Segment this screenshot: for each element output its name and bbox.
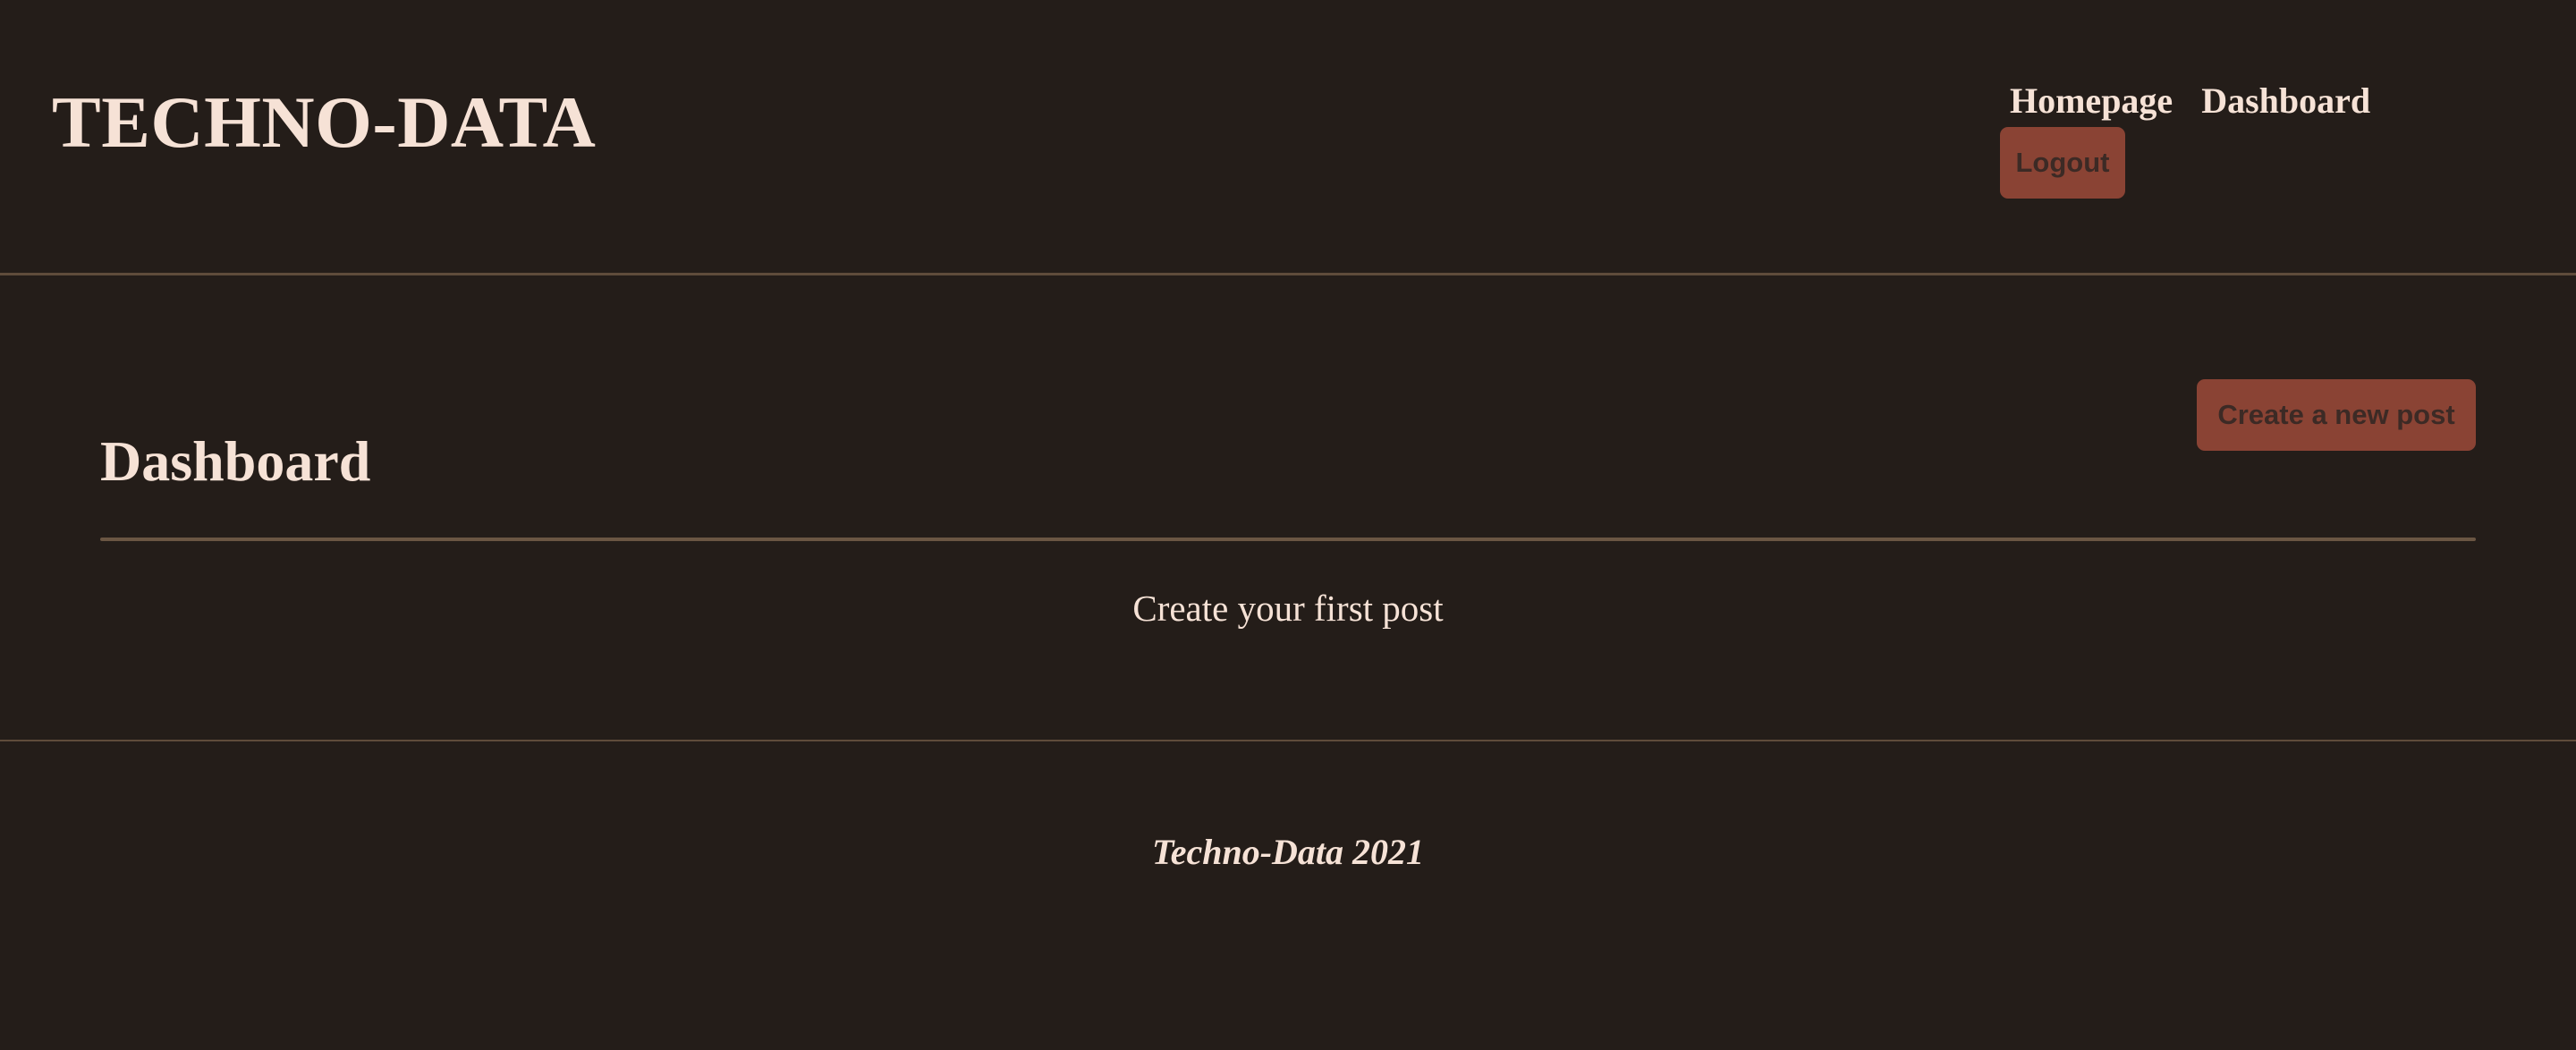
main-nav: Homepage Dashboard Logout	[2000, 75, 2394, 199]
footer-copyright: Techno-Data 2021	[1151, 832, 1425, 872]
dashboard-main: Dashboard Create a new post Create your …	[0, 275, 2576, 741]
site-footer: Techno-Data 2021	[0, 741, 2576, 1050]
site-header: TECHNO-DATA Homepage Dashboard Logout	[0, 0, 2576, 274]
logout-button[interactable]: Logout	[2000, 127, 2125, 199]
page-title: Dashboard	[100, 429, 371, 493]
nav-links: Homepage Dashboard	[2000, 75, 2394, 125]
content-divider	[100, 538, 2476, 541]
create-new-post-button[interactable]: Create a new post	[2197, 379, 2476, 451]
nav-link-dashboard[interactable]: Dashboard	[2201, 80, 2370, 122]
nav-link-homepage[interactable]: Homepage	[2010, 80, 2173, 122]
site-logo-title[interactable]: TECHNO-DATA	[52, 86, 596, 159]
empty-posts-message: Create your first post	[1132, 588, 1444, 629]
